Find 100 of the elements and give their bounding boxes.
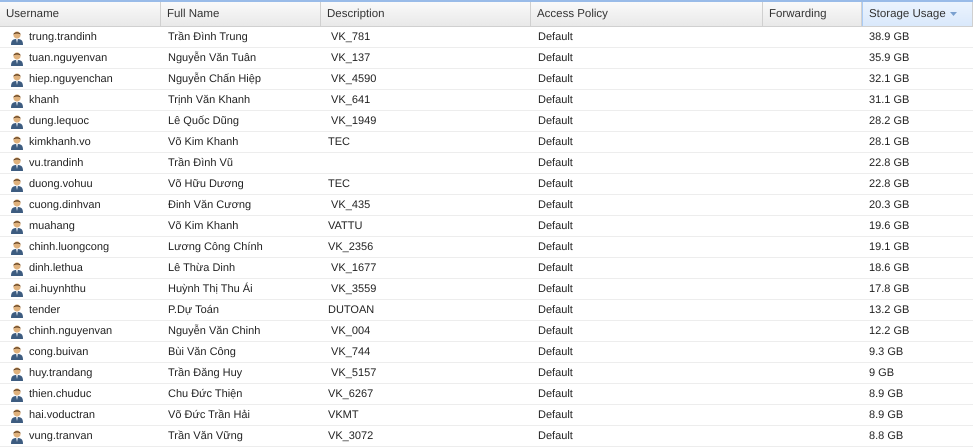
table-cell: dinh.lethua [29,262,83,274]
user-icon [10,218,24,234]
table-cell: Default [538,325,573,337]
table-cell-text: VK_1677 [330,262,376,274]
table-cell: Default [538,409,573,421]
table-cell: Trần Đăng Huy [168,367,242,379]
column-header[interactable]: Username [0,2,161,26]
table-cell: Nguyễn Văn Tuân [168,52,256,64]
table-cell: 8.9 GB [869,388,904,400]
table-cell: 19.1 GB [869,241,910,253]
table-cell: Trần Đình Vũ [168,157,234,169]
table-cell: Lương Công Chính [168,241,263,253]
table-cell-text: VK_4590 [330,73,376,85]
table-cell-text: VK_781 [330,31,370,43]
table-cell: 22.8 GB [869,178,910,190]
table-cell: VKMT [328,409,359,421]
table-cell: hai.voductran [29,409,96,421]
table-cell-text: VK_435 [330,199,370,211]
table-cell: Default [538,115,573,127]
table-cell: 20.3 GB [869,199,910,211]
table-cell: 28.1 GB [869,136,910,148]
user-icon [10,302,24,318]
user-icon [10,92,24,108]
table-cell: 17.8 GB [869,283,910,295]
table-cell: vu.trandinh [29,157,84,169]
table-cell: Default [538,220,573,232]
table-cell: Lê Quốc Dũng [168,115,239,127]
table-cell: P.Dự Toán [168,304,219,316]
table-cell: Chu Đức Thiện [168,388,242,400]
table-cell: 8.9 GB [869,409,904,421]
table-cell: Default [538,31,573,43]
table-cell: 35.9 GB [869,52,910,64]
user-icon [10,366,24,380]
table-cell: hiep.nguyenchan [29,73,113,85]
user-icon [10,72,24,86]
table-cell: VK_2356 [328,241,374,253]
table-cell: 8.8 GB [869,430,904,442]
table-cell: 32.1 GB [869,73,910,85]
user-icon [10,428,24,444]
table-cell: Default [538,136,573,148]
table-cell-text: VK_004 [330,325,370,337]
column-header[interactable]: Description [321,2,531,26]
table-cell: Huỳnh Thị Thu Ái [168,283,253,295]
table-cell: Default [538,367,573,379]
user-icon [10,408,24,422]
table-cell: Default [538,52,573,64]
table-cell: kimkhanh.vo [29,136,91,148]
table-cell: 12.2 GB [869,325,910,337]
user-icon [10,240,24,254]
table-cell: muahang [29,220,75,232]
table-cell: Default [538,178,573,190]
table-cell: Võ Kim Khanh [168,220,238,232]
table-cell: Trần Văn Vững [168,430,243,442]
column-header[interactable]: Storage Usage [862,2,973,26]
table-cell: Đinh Văn Cương [168,199,252,211]
table-cell: Lê Thừa Dinh [168,262,236,274]
column-header[interactable]: Full Name [161,2,321,26]
table-cell: Default [538,262,573,274]
table-cell: chinh.nguyenvan [29,325,112,337]
table-cell: Default [538,430,573,442]
table-cell: ai.huynhthu [29,283,86,295]
table-cell: 19.6 GB [869,220,910,232]
user-icon [10,156,24,170]
column-header[interactable]: Access Policy [531,2,763,26]
user-icon [10,282,24,296]
table-cell: Nguyễn Văn Chinh [168,325,260,337]
table-cell: Nguyễn Chấn Hiệp [168,73,261,85]
table-cell: 18.6 GB [869,262,910,274]
user-icon [10,198,24,212]
table-cell-text: VK_3559 [330,283,376,295]
table-cell: Bùi Văn Công [168,346,236,358]
table-cell: tender [29,304,60,316]
table-cell-text: VK_641 [330,94,370,106]
user-icon [10,134,24,150]
table-cell: cong.buivan [29,346,88,358]
table-cell: Default [538,388,573,400]
table-cell: Default [538,157,573,169]
table-cell: Default [538,346,573,358]
table-cell: 9 GB [869,367,894,379]
table-cell: huy.trandang [29,367,92,379]
table-cell: Võ Kim Khanh [168,136,238,148]
user-icon [10,344,24,360]
table-cell: dung.lequoc [29,115,89,127]
table-cell: Võ Đức Trần Hải [168,409,250,421]
user-icon [10,30,24,44]
table-cell: 9.3 GB [869,346,904,358]
table-cell-text: VK_744 [330,346,370,358]
table-cell: TEC [328,136,350,148]
table-cell: Default [538,73,573,85]
table-cell: 13.2 GB [869,304,910,316]
table-cell: tuan.nguyenvan [29,52,108,64]
table-cell: DUTOAN [328,304,374,316]
table-cell: TEC [328,178,350,190]
table-cell: duong.vohuu [29,178,93,190]
table-cell: Default [538,304,573,316]
user-icon [10,50,24,66]
table-cell: VATTU [328,220,362,232]
table-cell: VK_6267 [328,388,374,400]
table-cell: VK_3072 [328,430,374,442]
table-cell: thien.chuduc [29,388,92,400]
